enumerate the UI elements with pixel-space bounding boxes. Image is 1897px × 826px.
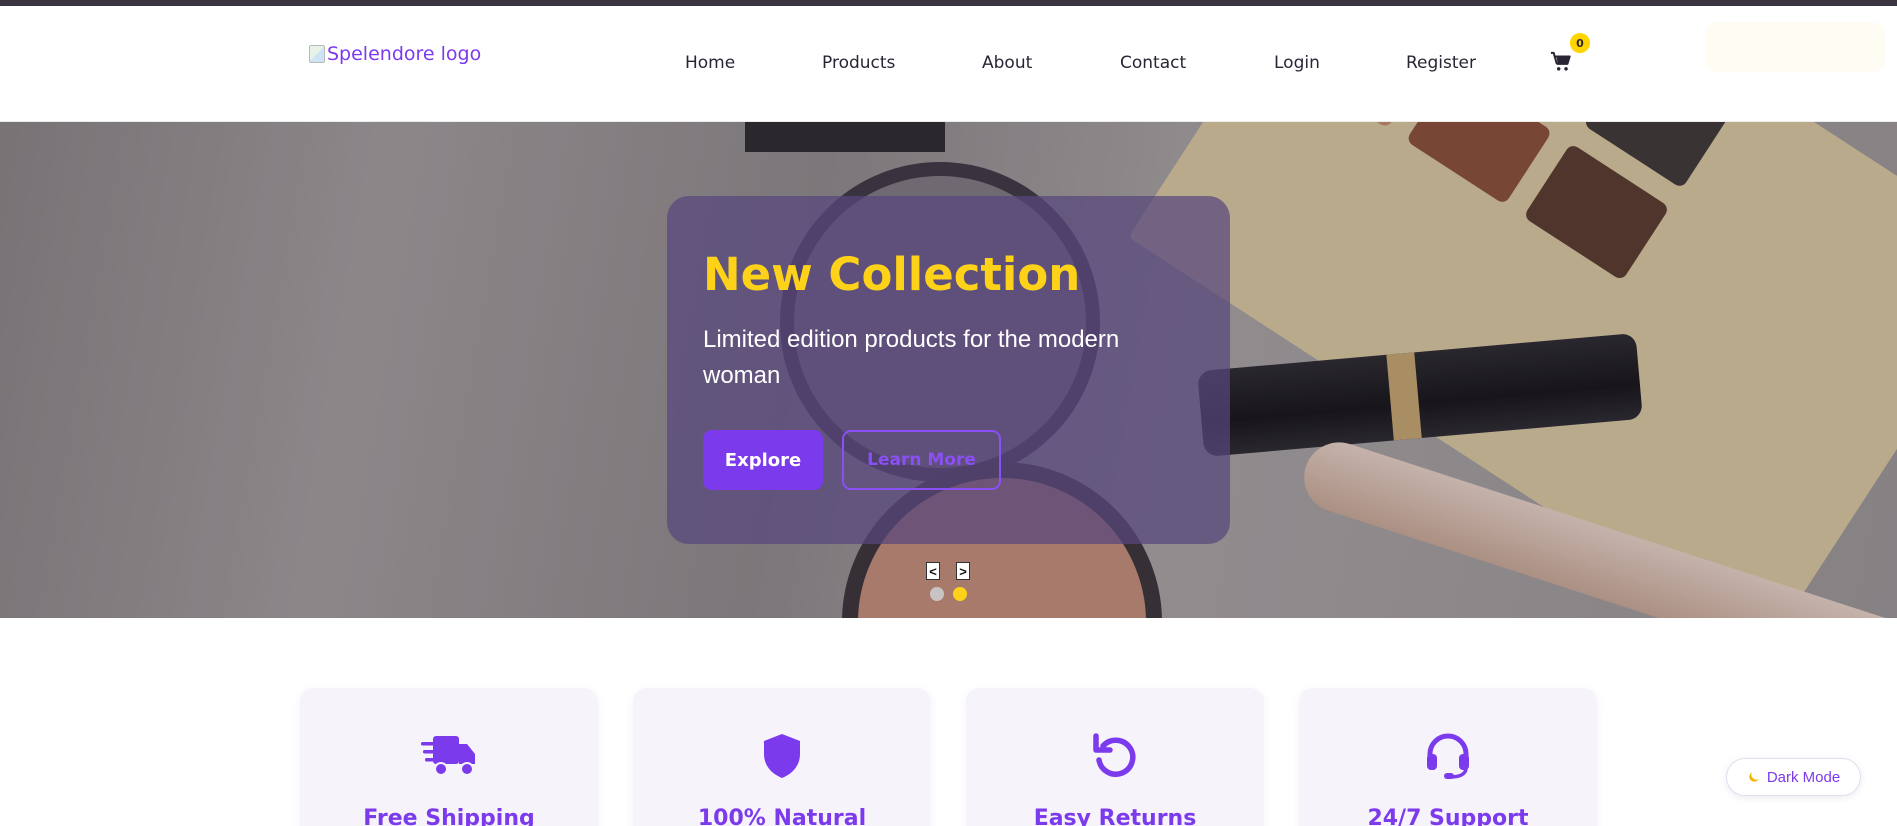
nav-about[interactable]: About <box>982 53 1032 73</box>
feature-card-returns: Easy Returns <box>966 688 1264 826</box>
feature-title: 100% Natural <box>697 806 867 826</box>
feature-title: 24/7 Support <box>1367 806 1529 826</box>
dark-mode-label: Dark Mode <box>1766 768 1841 786</box>
truck-fast-icon <box>421 736 475 776</box>
main-nav: Home Products About Contact Login Regist… <box>0 53 1897 81</box>
shopping-cart-icon <box>1550 51 1571 71</box>
slider-dot-1[interactable] <box>930 587 944 601</box>
slider-prev-button[interactable]: < <box>926 562 940 580</box>
nav-register[interactable]: Register <box>1406 53 1476 73</box>
cart-button[interactable] <box>1550 51 1572 73</box>
rotate-left-icon <box>1093 733 1136 777</box>
nav-home[interactable]: Home <box>685 53 735 73</box>
features-section: Free Shipping 100% Natural Easy Returns … <box>0 688 1897 826</box>
feature-card-natural: 100% Natural <box>633 688 931 826</box>
nav-contact[interactable]: Contact <box>1120 53 1186 73</box>
dark-mode-toggle[interactable]: Dark Mode <box>1726 758 1861 796</box>
nav-products[interactable]: Products <box>822 53 895 73</box>
headset-icon <box>1427 733 1469 779</box>
slider-dot-2-active[interactable] <box>953 587 967 601</box>
shield-icon <box>764 734 800 778</box>
hero-caption-card: New Collection Limited edition products … <box>667 196 1230 544</box>
hero-title: New Collection <box>703 248 1081 301</box>
site-header: Spelendore logo Home Products About Cont… <box>0 6 1897 122</box>
explore-button[interactable]: Explore <box>703 430 823 490</box>
cart-count-badge: 0 <box>1570 33 1590 53</box>
feature-card-shipping: Free Shipping <box>300 688 598 826</box>
feature-title: Free Shipping <box>363 806 535 826</box>
moon-icon <box>1749 772 1759 782</box>
nav-login[interactable]: Login <box>1274 53 1320 73</box>
learn-more-button[interactable]: Learn More <box>842 430 1001 490</box>
slider-next-button[interactable]: > <box>956 562 970 580</box>
hero-subtitle: Limited edition products for the modern … <box>703 326 1120 389</box>
hero-slider: New Collection Limited edition products … <box>0 122 1897 618</box>
feature-card-support: 24/7 Support <box>1299 688 1597 826</box>
feature-title: Easy Returns <box>1033 806 1197 826</box>
